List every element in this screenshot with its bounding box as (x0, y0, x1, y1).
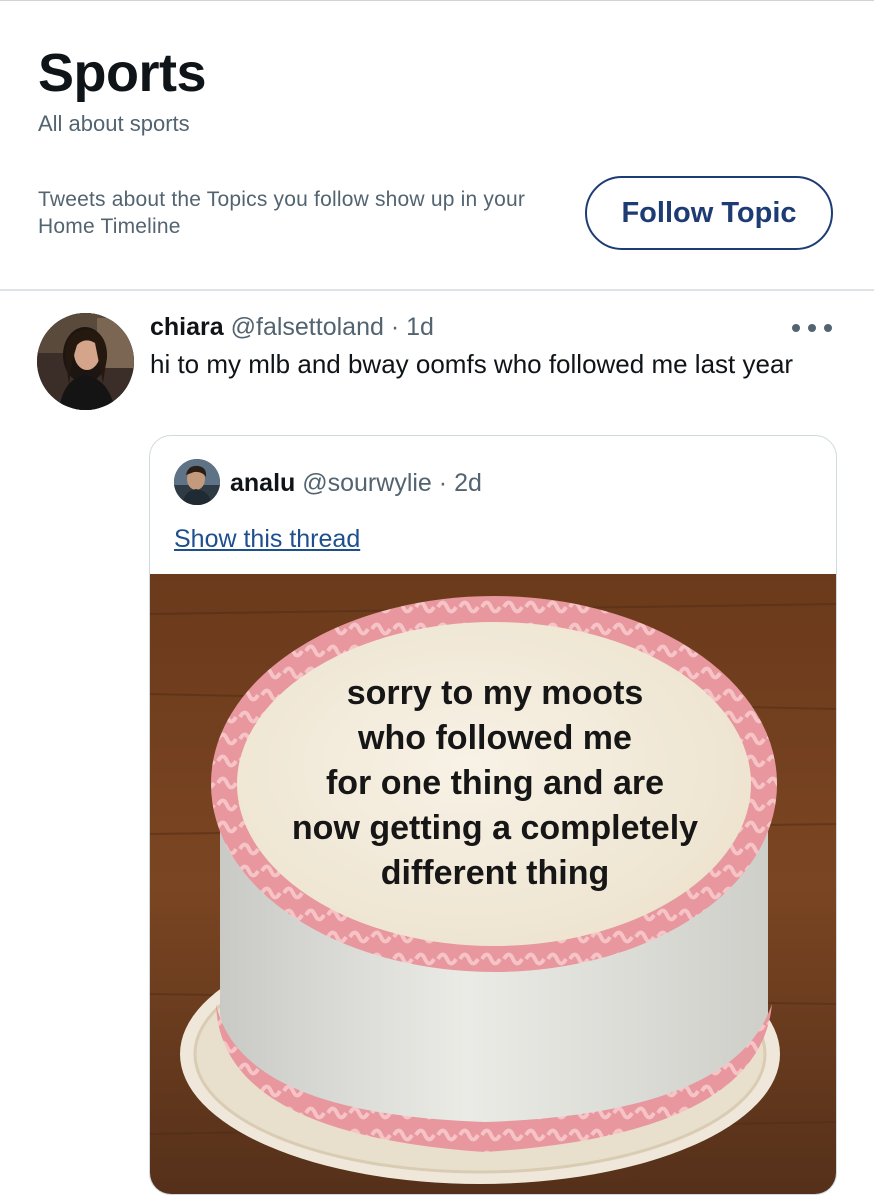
cake-caption-line: for one thing and are (325, 764, 665, 802)
topic-subtitle: All about sports (38, 111, 190, 136)
quoted-author-handle[interactable]: @sourwylie (302, 469, 432, 497)
cake-caption-line: different thing (380, 854, 610, 892)
tweet-text: hi to my mlb and bway oomfs who followed… (150, 349, 794, 379)
quoted-time[interactable]: 2d (454, 469, 482, 497)
topic-header: Sports All about sports (38, 40, 838, 138)
quoted-header: analu @sourwylie · 2d (230, 466, 482, 500)
show-thread-link[interactable]: Show this thread (174, 522, 360, 556)
tweet-time[interactable]: 1d (406, 313, 434, 341)
cake-caption-line: sorry to my moots (346, 674, 644, 712)
topic-note: Tweets about the Topics you follow show … (38, 188, 526, 238)
cake-caption-line: who followed me (358, 719, 632, 757)
quoted-avatar[interactable] (174, 459, 220, 505)
quoted-meta-separator: · (438, 469, 448, 497)
top-divider (0, 0, 874, 1)
cake-caption: sorry to my moots who followed me for on… (240, 671, 750, 896)
quoted-author-name[interactable]: analu (230, 469, 295, 497)
author-handle[interactable]: @falsettoland (231, 313, 384, 341)
quoted-media-image[interactable]: sorry to my moots who followed me for on… (150, 574, 836, 1194)
cake-caption-line: now getting a completely (291, 809, 699, 847)
author-name[interactable]: chiara (150, 313, 224, 341)
meta-separator: · (390, 313, 400, 341)
avatar[interactable] (37, 313, 134, 410)
section-divider (0, 289, 874, 291)
follow-topic-button[interactable]: Follow Topic (585, 176, 833, 250)
quoted-tweet-card[interactable]: analu @sourwylie · 2d Show this thread s… (149, 435, 837, 1195)
tweet-header: chiara @falsettoland · 1d (150, 310, 770, 344)
topic-title: Sports (38, 43, 207, 103)
more-dots-icon[interactable] (792, 316, 832, 340)
